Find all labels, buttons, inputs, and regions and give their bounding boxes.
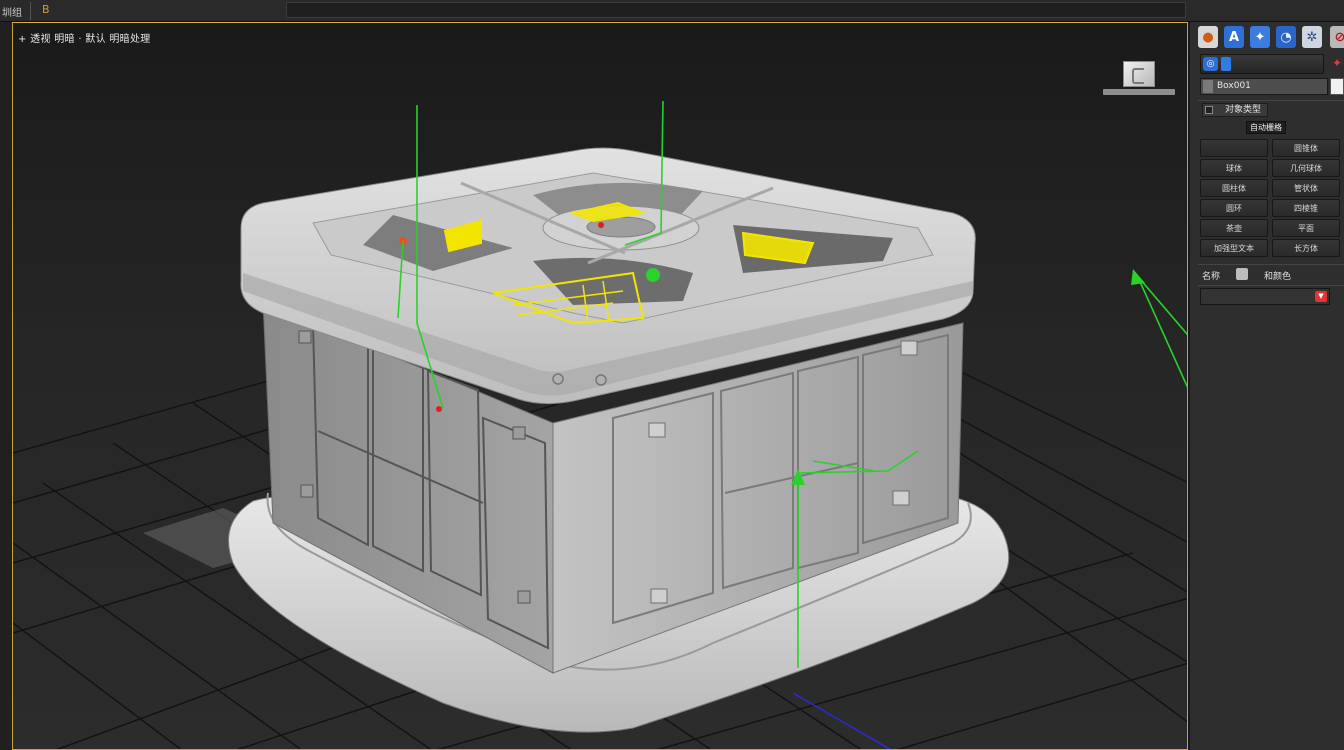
primitive-button-teapot[interactable]: 茶壶 xyxy=(1200,219,1268,237)
modify-tab-icon[interactable]: A xyxy=(1224,26,1244,48)
object-category-row[interactable]: ◎ xyxy=(1200,54,1324,74)
primitive-button-plane[interactable]: 平面 xyxy=(1272,219,1340,237)
toolbar-field[interactable] xyxy=(286,2,1186,18)
primitive-button-cylinder[interactable]: 圆柱体 xyxy=(1200,179,1268,197)
create-tab-icon[interactable]: ● xyxy=(1198,26,1218,48)
display-tab-icon[interactable]: ✲ xyxy=(1302,26,1322,48)
primitive-button-textplus[interactable]: 加强型文本 xyxy=(1200,239,1268,257)
shapes-icon[interactable] xyxy=(1221,57,1231,71)
utilities-tab-icon[interactable]: ⊘ xyxy=(1330,26,1344,48)
viewport-scene[interactable] xyxy=(13,23,1188,750)
primitive-button-box[interactable]: 长方体 xyxy=(1272,239,1340,257)
perspective-viewport[interactable]: + 透视 明暗 · 默认 明暗处理 xyxy=(12,22,1188,750)
name-color-icon xyxy=(1236,268,1248,280)
dropdown-arrow-icon[interactable]: ▼ xyxy=(1315,291,1327,302)
menu-item-accent[interactable]: B xyxy=(42,3,50,16)
rollout2-label-color: 和颜色 xyxy=(1264,272,1292,282)
primitive-button-torus[interactable]: 圆环 xyxy=(1200,199,1268,217)
collapse-icon xyxy=(1205,106,1213,114)
viewport-label[interactable]: + 透视 明暗 · 默认 明暗处理 xyxy=(18,30,151,45)
geometry-icon[interactable]: ◎ xyxy=(1203,57,1218,71)
primitive-button-sphere[interactable]: 球体 xyxy=(1200,159,1268,177)
rollout2-label-name: 名称 xyxy=(1202,272,1221,282)
object-color-swatch[interactable] xyxy=(1330,78,1344,95)
viewcube-face-icon[interactable] xyxy=(1123,61,1155,87)
motion-tab-icon[interactable]: ◔ xyxy=(1276,26,1296,48)
name-dropdown[interactable]: ▼ xyxy=(1200,288,1330,305)
name-color-rollout[interactable]: 名称 和颜色 xyxy=(1198,264,1344,286)
menu-separator xyxy=(30,2,31,20)
primitive-button-cone[interactable]: 圆锥体 xyxy=(1272,139,1340,157)
z-axis-line xyxy=(792,692,892,749)
command-panel: ● A ✦ ◔ ✲ ⊘ ◎ ✦ Box001 对象类型 自动栅格 圆锥体 球体 … xyxy=(1188,22,1344,750)
primitive-button-pyramid[interactable]: 四棱锥 xyxy=(1272,199,1340,217)
object-name-field[interactable]: Box001 xyxy=(1200,78,1328,95)
autogrid-checkbox[interactable]: 自动栅格 xyxy=(1246,121,1286,134)
primitive-button-1[interactable] xyxy=(1200,139,1268,157)
gizmo-center[interactable] xyxy=(646,268,660,282)
name-field-prefix xyxy=(1203,80,1213,93)
menu-item-group[interactable]: 圳组 xyxy=(2,4,22,19)
primitive-button-geosphere[interactable]: 几何球体 xyxy=(1272,159,1340,177)
rollout-header[interactable]: 对象类型 xyxy=(1202,103,1268,117)
hierarchy-tab-icon[interactable]: ✦ xyxy=(1250,26,1270,48)
menu-bar: 圳组 B xyxy=(0,0,1344,22)
left-strip xyxy=(0,22,12,750)
viewcube[interactable] xyxy=(1103,59,1175,101)
viewcube-ring[interactable] xyxy=(1103,89,1175,95)
command-panel-tabs: ● A ✦ ◔ ✲ ⊘ xyxy=(1198,26,1344,50)
primitive-button-tube[interactable]: 管状体 xyxy=(1272,179,1340,197)
spark-icon[interactable]: ✦ xyxy=(1332,56,1342,70)
object-type-rollout: 对象类型 自动栅格 圆锥体 球体 几何球体 圆柱体 管状体 圆环 四棱锥 茶壶 … xyxy=(1198,100,1344,257)
